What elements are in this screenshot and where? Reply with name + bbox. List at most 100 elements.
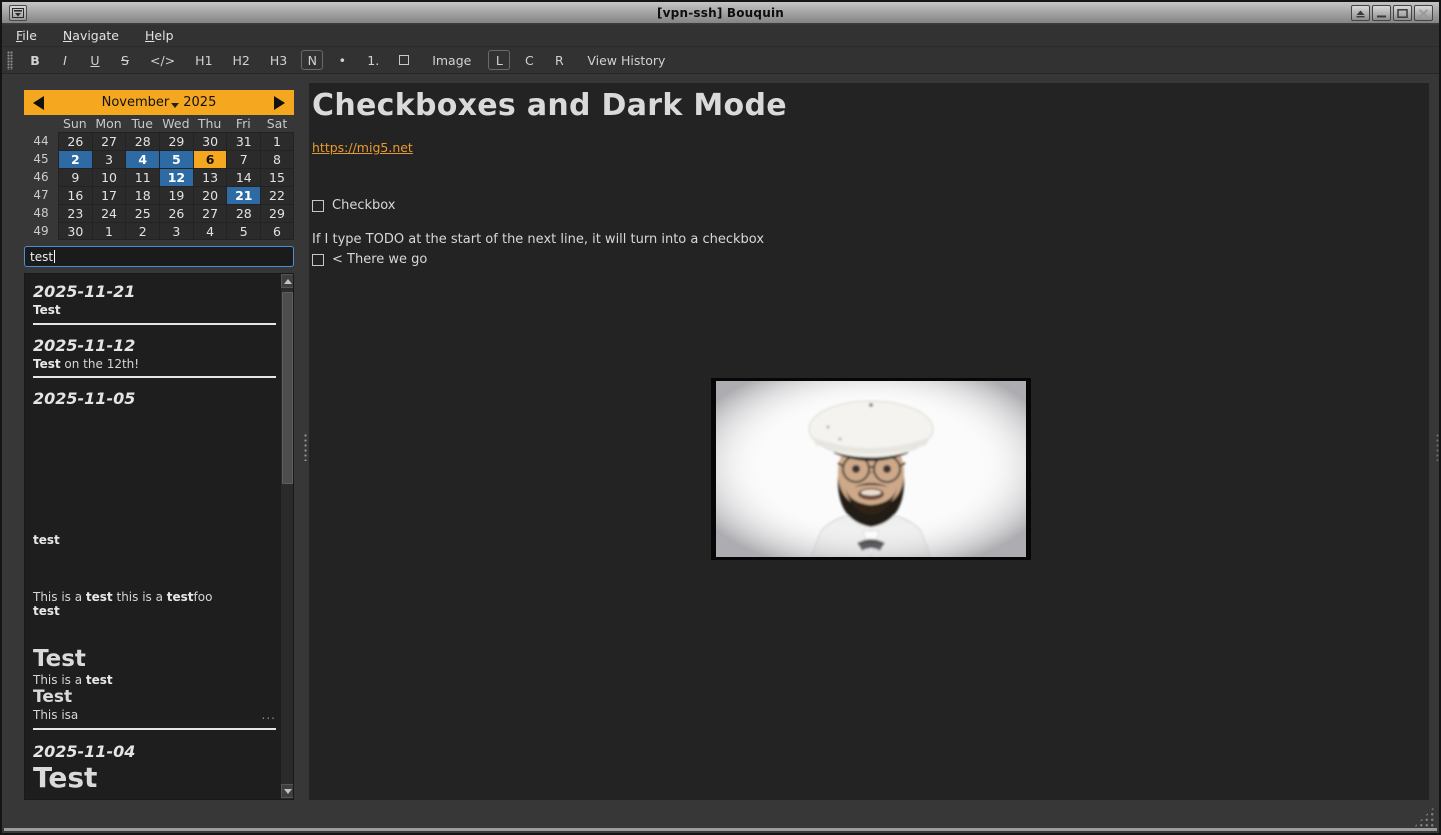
- calendar-year[interactable]: 2025: [183, 95, 216, 110]
- result-entry-date[interactable]: 2025-11-04: [33, 742, 278, 761]
- result-entry-text[interactable]: Test: [33, 687, 278, 708]
- maximize-button[interactable]: [1393, 5, 1412, 21]
- pane-splitter-handle[interactable]: [303, 433, 308, 461]
- calendar-day-2[interactable]: 2: [58, 150, 92, 168]
- calendar-day-13[interactable]: 13: [193, 168, 227, 186]
- calendar-day-7[interactable]: 7: [226, 150, 260, 168]
- next-month-arrow-icon[interactable]: [274, 96, 285, 110]
- calendar-day-24[interactable]: 24: [92, 204, 126, 222]
- calendar-day-27[interactable]: 27: [92, 132, 126, 150]
- window-resize-grip[interactable]: [1413, 806, 1435, 828]
- bullet-list-button[interactable]: •: [331, 50, 353, 70]
- calendar-day-3[interactable]: 3: [92, 150, 126, 168]
- calendar-day-26[interactable]: 26: [58, 132, 92, 150]
- calendar-day-26[interactable]: 26: [159, 204, 193, 222]
- shade-button[interactable]: [1351, 5, 1370, 21]
- calendar-day-11[interactable]: 11: [125, 168, 159, 186]
- menu-help[interactable]: Help: [145, 28, 174, 43]
- window-edge-handle[interactable]: [1435, 433, 1440, 461]
- result-entry-text[interactable]: Test: [33, 646, 278, 673]
- calendar-day-30[interactable]: 30: [58, 222, 92, 240]
- calendar-day-22[interactable]: 22: [260, 186, 294, 204]
- results-scrollbar[interactable]: [280, 274, 293, 799]
- calendar-day-28[interactable]: 28: [226, 204, 260, 222]
- close-button[interactable]: [1414, 5, 1433, 21]
- heading1-button[interactable]: H1: [189, 50, 218, 70]
- calendar-day-17[interactable]: 17: [92, 186, 126, 204]
- calendar-day-8[interactable]: 8: [260, 150, 294, 168]
- menu-file[interactable]: File: [16, 28, 37, 43]
- result-entry-text[interactable]: Test: [33, 303, 278, 318]
- calendar-day-23[interactable]: 23: [58, 204, 92, 222]
- title-bar[interactable]: [vpn-ssh] Bouquin: [2, 2, 1439, 24]
- calendar-day-6[interactable]: 6: [193, 150, 227, 168]
- calendar-day-6[interactable]: 6: [260, 222, 294, 240]
- menu-bar: File Navigate Help: [2, 25, 1439, 47]
- calendar-day-31[interactable]: 31: [226, 132, 260, 150]
- heading3-button[interactable]: H3: [264, 50, 293, 70]
- mig5-link[interactable]: https://mig5.net: [312, 140, 413, 155]
- calendar-day-12[interactable]: 12: [159, 168, 193, 186]
- strikethrough-button[interactable]: S: [114, 50, 136, 70]
- result-entry-date[interactable]: 2025-11-21: [33, 282, 278, 301]
- checkbox-unchecked-icon[interactable]: [312, 200, 324, 212]
- checkbox-button[interactable]: [393, 50, 415, 70]
- calendar-day-3[interactable]: 3: [159, 222, 193, 240]
- calendar-day-1[interactable]: 1: [92, 222, 126, 240]
- calendar-day-30[interactable]: 30: [193, 132, 227, 150]
- calendar-day-2[interactable]: 2: [125, 222, 159, 240]
- previous-month-arrow-icon[interactable]: [33, 96, 44, 110]
- result-entry-text[interactable]: Test: [33, 761, 278, 794]
- calendar-day-4[interactable]: 4: [125, 150, 159, 168]
- result-entry-text[interactable]: This is a test this is a testfoo: [33, 590, 278, 605]
- toolbar-drag-handle[interactable]: [7, 51, 13, 70]
- minimize-button[interactable]: [1372, 5, 1391, 21]
- result-entry-text[interactable]: test: [33, 604, 278, 619]
- code-button[interactable]: </>: [144, 50, 181, 70]
- heading2-button[interactable]: H2: [227, 50, 256, 70]
- calendar-day-29[interactable]: 29: [260, 204, 294, 222]
- image-button[interactable]: Image: [423, 50, 480, 70]
- calendar-day-28[interactable]: 28: [125, 132, 159, 150]
- calendar-day-14[interactable]: 14: [226, 168, 260, 186]
- calendar-day-1[interactable]: 1: [260, 132, 294, 150]
- underline-button[interactable]: U: [84, 50, 106, 70]
- calendar-day-10[interactable]: 10: [92, 168, 126, 186]
- calendar-day-15[interactable]: 15: [260, 168, 294, 186]
- calendar-day-9[interactable]: 9: [58, 168, 92, 186]
- calendar-day-4[interactable]: 4: [193, 222, 227, 240]
- result-divider: [33, 376, 276, 378]
- checkbox-unchecked-icon[interactable]: [312, 254, 324, 266]
- calendar-day-16[interactable]: 16: [58, 186, 92, 204]
- calendar-day-21[interactable]: 21: [226, 186, 260, 204]
- scrollbar-thumb[interactable]: [282, 292, 293, 484]
- calendar-day-29[interactable]: 29: [159, 132, 193, 150]
- align-center-button[interactable]: C: [518, 50, 540, 70]
- result-entry-date[interactable]: 2025-11-12: [33, 336, 278, 355]
- calendar-day-25[interactable]: 25: [125, 204, 159, 222]
- calendar-day-19[interactable]: 19: [159, 186, 193, 204]
- calendar-day-27[interactable]: 27: [193, 204, 227, 222]
- result-entry-date[interactable]: 2025-11-05: [33, 389, 278, 408]
- numbered-list-button[interactable]: 1.: [361, 50, 385, 70]
- calendar-day-5[interactable]: 5: [159, 150, 193, 168]
- editor-pane[interactable]: Checkboxes and Dark Mode https://mig5.ne…: [309, 83, 1429, 800]
- align-right-button[interactable]: R: [548, 50, 570, 70]
- result-entry-text[interactable]: Test on the 12th!: [33, 357, 278, 372]
- scrollbar-down-button[interactable]: [281, 784, 294, 798]
- bold-button[interactable]: B: [24, 50, 46, 70]
- scrollbar-up-button[interactable]: [281, 274, 294, 288]
- result-entry-text[interactable]: test: [33, 533, 278, 548]
- result-entry-text[interactable]: This is a test: [33, 673, 278, 688]
- calendar-month-select[interactable]: November: [102, 95, 180, 110]
- align-left-button[interactable]: L: [488, 50, 510, 70]
- calendar-day-5[interactable]: 5: [226, 222, 260, 240]
- calendar-day-20[interactable]: 20: [193, 186, 227, 204]
- view-history-button[interactable]: View History: [578, 50, 674, 70]
- menu-navigate[interactable]: Navigate: [63, 28, 119, 43]
- search-input[interactable]: test: [24, 246, 294, 267]
- result-entry-text[interactable]: This isa...: [33, 708, 278, 723]
- calendar-day-18[interactable]: 18: [125, 186, 159, 204]
- italic-button[interactable]: I: [54, 50, 76, 70]
- normal-text-button[interactable]: N: [301, 50, 323, 70]
